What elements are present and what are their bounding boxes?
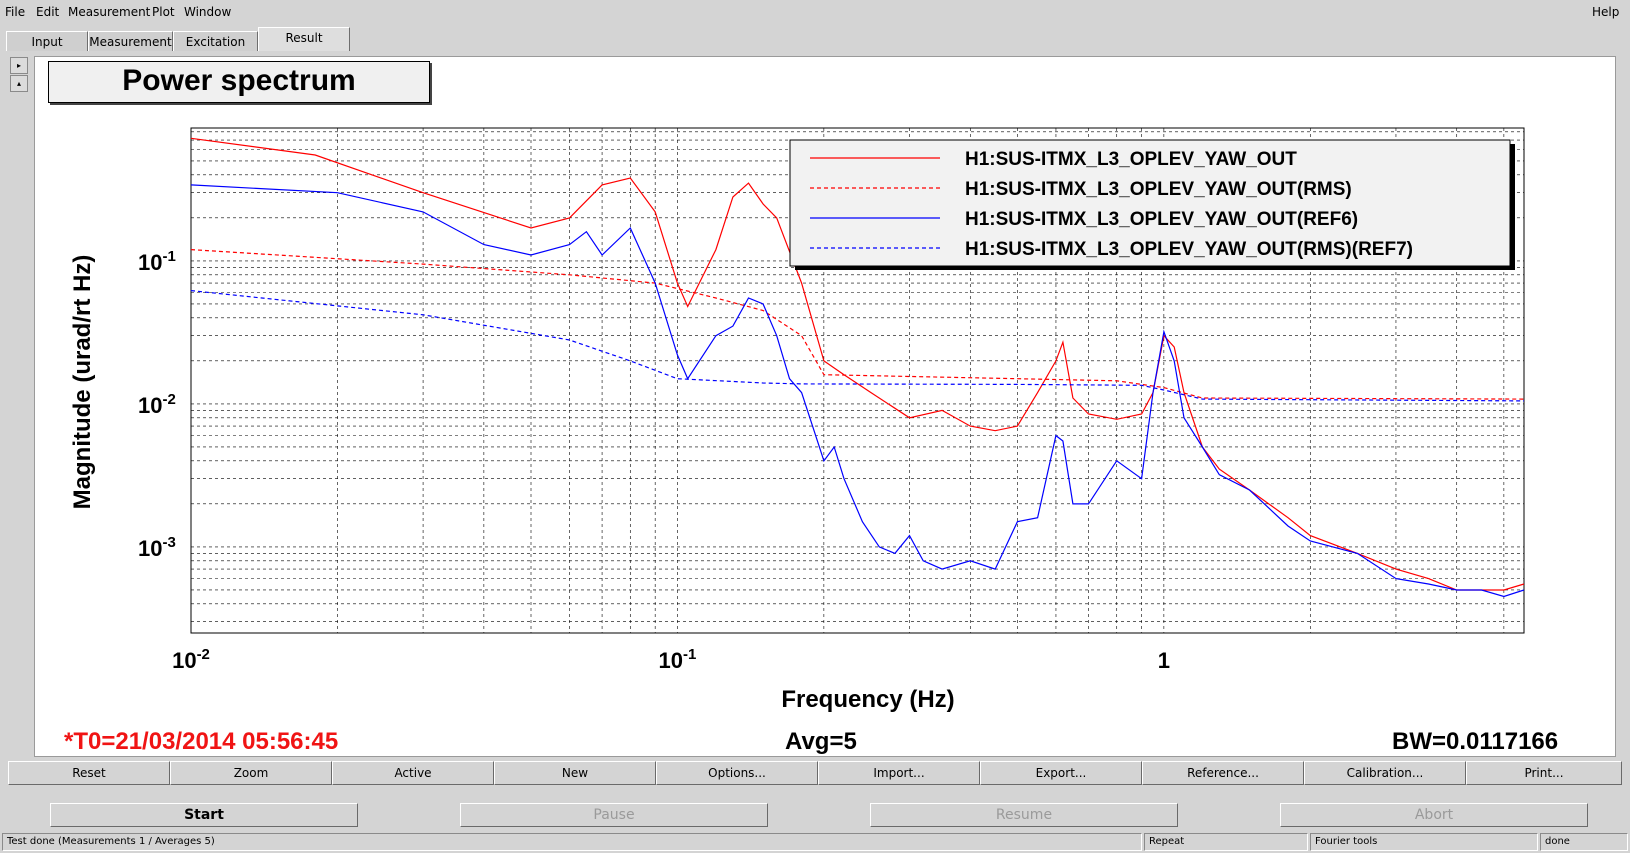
bandwidth-value: BW=0.0117166 <box>1392 728 1559 755</box>
export-button[interactable]: Export... <box>980 761 1142 785</box>
legend-label: H1:SUS-ITMX_L3_OPLEV_YAW_OUT(RMS)(REF7) <box>965 239 1413 260</box>
series-line-2 <box>190 249 1525 400</box>
zoom-button[interactable]: Zoom <box>170 761 332 785</box>
import-button[interactable]: Import... <box>818 761 980 785</box>
spectrum-chart[interactable]: 10-2 10-1 1 10-1 10-2 10-3 Frequency (Hz) Ma… <box>0 0 1630 760</box>
y-axis-label: Magnitude (urad/rt Hz) <box>69 255 96 510</box>
status-repeat: Repeat <box>1144 833 1308 851</box>
legend-label: H1:SUS-ITMX_L3_OPLEV_YAW_OUT <box>965 149 1297 170</box>
reference-button[interactable]: Reference... <box>1142 761 1304 785</box>
active-button[interactable]: Active <box>332 761 494 785</box>
abort-button[interactable]: Abort <box>1280 803 1588 827</box>
legend-label: H1:SUS-ITMX_L3_OPLEV_YAW_OUT(REF6) <box>965 209 1358 230</box>
x-axis-label: Frequency (Hz) <box>781 686 954 713</box>
status-fourier-tools: Fourier tools <box>1310 833 1538 851</box>
x-tick-label: 1 <box>1158 648 1170 673</box>
pause-button[interactable]: Pause <box>460 803 768 827</box>
x-tick-label: 10-1 <box>659 646 697 673</box>
legend: H1:SUS-ITMX_L3_OPLEV_YAW_OUT H1:SUS-ITMX_… <box>789 139 1515 270</box>
new-button[interactable]: New <box>494 761 656 785</box>
x-tick-labels: 10-2 10-1 1 <box>172 646 1170 673</box>
average-count: Avg=5 <box>785 728 857 755</box>
legend-label: H1:SUS-ITMX_L3_OPLEV_YAW_OUT(RMS) <box>965 179 1352 200</box>
y-tick-label: 10-1 <box>138 248 176 275</box>
calibration-button[interactable]: Calibration... <box>1304 761 1466 785</box>
y-tick-labels: 10-1 10-2 10-3 <box>138 248 176 561</box>
reset-button[interactable]: Reset <box>8 761 170 785</box>
y-tick-label: 10-3 <box>138 534 176 561</box>
status-state: done <box>1540 833 1628 851</box>
x-tick-label: 10-2 <box>172 646 210 673</box>
t0-timestamp: *T0=21/03/2014 05:56:45 <box>64 728 339 755</box>
options-button[interactable]: Options... <box>656 761 818 785</box>
resume-button[interactable]: Resume <box>870 803 1178 827</box>
print-button[interactable]: Print... <box>1466 761 1622 785</box>
y-tick-label: 10-2 <box>138 391 176 418</box>
status-message: Test done (Measurements 1 / Averages 5) <box>2 833 1142 851</box>
start-button[interactable]: Start <box>50 803 358 827</box>
